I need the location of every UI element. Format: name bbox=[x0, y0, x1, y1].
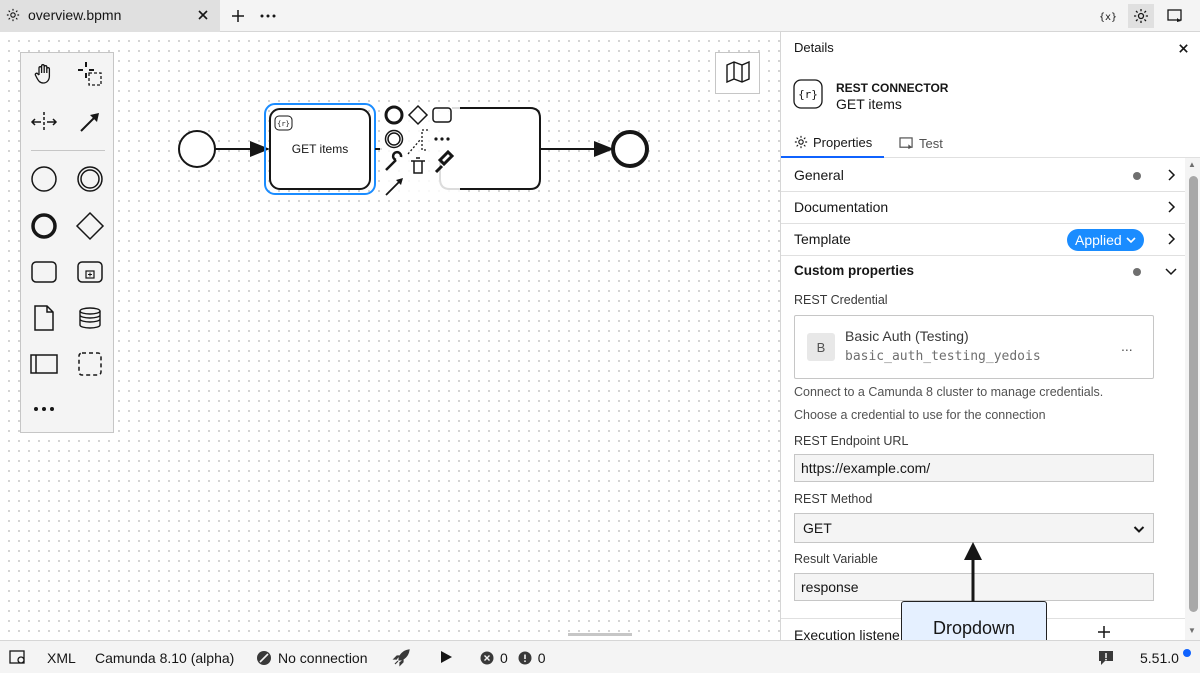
applied-label: Applied bbox=[1075, 232, 1122, 248]
panel-resize-handle[interactable] bbox=[568, 633, 632, 636]
status-bar: XML Camunda 8.10 (alpha) No connection 0… bbox=[0, 640, 1200, 673]
credential-avatar: B bbox=[807, 333, 835, 361]
scroll-up-icon[interactable]: ▲ bbox=[1188, 160, 1196, 169]
tab-bar: overview.bpmn {x} bbox=[0, 0, 1200, 32]
details-panel: Details {r} REST CONNECTOR GET items Pro… bbox=[780, 32, 1200, 640]
more-options-icon bbox=[434, 137, 438, 141]
start-event bbox=[178, 130, 216, 168]
more-tabs-button[interactable] bbox=[258, 6, 278, 26]
element-type: REST CONNECTOR bbox=[836, 81, 949, 95]
map-icon bbox=[725, 60, 750, 86]
rest-connector-icon: {r} bbox=[793, 79, 823, 112]
data-indicator bbox=[1133, 268, 1141, 276]
tab-properties[interactable]: Properties bbox=[781, 128, 885, 158]
method-value: GET bbox=[803, 520, 832, 536]
credential-label: REST Credential bbox=[794, 293, 888, 307]
test-panel-toggle[interactable] bbox=[1162, 4, 1188, 28]
chevron-right-icon bbox=[1164, 232, 1178, 249]
play-icon[interactable] bbox=[439, 650, 453, 664]
scroll-down-icon[interactable]: ▼ bbox=[1188, 626, 1196, 635]
close-tab-icon[interactable] bbox=[197, 8, 209, 24]
callout-arrow bbox=[964, 542, 982, 602]
chevron-down-icon bbox=[1164, 264, 1178, 281]
bpmn-canvas[interactable]: {r} GET items bbox=[0, 32, 780, 640]
deploy-icon[interactable] bbox=[391, 648, 411, 668]
credential-hint-choose: Choose a credential to use for the conne… bbox=[794, 408, 1046, 422]
panel-tabs: Properties Test bbox=[781, 128, 1200, 158]
tab-title: overview.bpmn bbox=[28, 7, 122, 23]
minimap-toggle[interactable] bbox=[715, 52, 760, 94]
problems-indicator[interactable]: 0 0 bbox=[480, 650, 546, 666]
group-template[interactable]: Template Applied bbox=[781, 224, 1185, 256]
svg-text:{r}: {r} bbox=[798, 88, 818, 101]
add-listener-icon[interactable] bbox=[1097, 625, 1111, 640]
tab-test-label: Test bbox=[919, 135, 943, 151]
group-custom-properties[interactable]: Custom properties bbox=[781, 256, 1185, 288]
credential-id: basic_auth_testing_yedois bbox=[845, 349, 1041, 364]
element-name: GET items bbox=[836, 96, 902, 112]
error-count: 0 bbox=[500, 650, 508, 666]
connection-status[interactable]: No connection bbox=[256, 650, 368, 666]
method-select[interactable]: GET bbox=[794, 513, 1154, 543]
chevron-right-icon bbox=[1164, 168, 1178, 185]
group-documentation[interactable]: Documentation bbox=[781, 192, 1185, 224]
credential-hint-connect: Connect to a Camunda 8 cluster to manage… bbox=[794, 385, 1104, 399]
credential-name: Basic Auth (Testing) bbox=[845, 328, 969, 344]
settings-icon[interactable] bbox=[9, 650, 27, 666]
group-documentation-label: Documentation bbox=[794, 199, 889, 215]
panel-title: Details bbox=[794, 40, 834, 55]
credential-more-button[interactable]: ... bbox=[1121, 338, 1133, 354]
variables-button[interactable]: {x} bbox=[1095, 4, 1121, 28]
credential-card[interactable]: B Basic Auth (Testing) basic_auth_testin… bbox=[794, 315, 1154, 379]
endpoint-url-input[interactable] bbox=[794, 454, 1154, 482]
endpoint-label: REST Endpoint URL bbox=[794, 434, 909, 448]
new-tab-button[interactable] bbox=[228, 6, 248, 26]
execution-listeners-label: Execution listene bbox=[794, 627, 900, 640]
tab-properties-label: Properties bbox=[813, 134, 873, 150]
disconnected-icon bbox=[257, 651, 271, 665]
end-event bbox=[611, 130, 649, 168]
engine-version-button[interactable]: Camunda 8.10 (alpha) bbox=[95, 650, 234, 666]
properties-panel-toggle[interactable] bbox=[1128, 4, 1154, 28]
play-screen-icon bbox=[899, 136, 913, 149]
group-custom-label: Custom properties bbox=[794, 263, 915, 278]
app-version[interactable]: 5.51.0 bbox=[1140, 650, 1179, 666]
version-label: 5.51.0 bbox=[1140, 650, 1179, 666]
result-variable-label: Result Variable bbox=[794, 552, 878, 566]
error-icon bbox=[480, 651, 494, 665]
connection-label: No connection bbox=[278, 650, 368, 666]
chevron-down-icon bbox=[1133, 522, 1145, 538]
template-applied-badge[interactable]: Applied bbox=[1067, 229, 1144, 251]
xml-button[interactable]: XML bbox=[47, 650, 76, 666]
gear-icon bbox=[1134, 9, 1148, 23]
scroll-thumb[interactable] bbox=[1189, 176, 1198, 612]
chevron-down-icon bbox=[1126, 237, 1136, 244]
feedback-icon[interactable] bbox=[1098, 650, 1114, 666]
data-indicator bbox=[1133, 172, 1141, 180]
gear-icon bbox=[794, 135, 808, 149]
task-label: GET items bbox=[292, 142, 348, 156]
update-indicator bbox=[1183, 649, 1191, 657]
bpmn-diagram: {r} GET items bbox=[178, 103, 649, 200]
warning-count: 0 bbox=[537, 650, 546, 666]
close-panel-icon[interactable] bbox=[1175, 40, 1191, 56]
chevron-right-icon bbox=[1164, 200, 1178, 217]
tab-overview[interactable]: overview.bpmn bbox=[0, 0, 220, 32]
task-marker: {r} bbox=[277, 120, 290, 128]
warning-icon bbox=[518, 651, 532, 665]
svg-text:{x}: {x} bbox=[1099, 12, 1117, 23]
method-label: REST Method bbox=[794, 492, 873, 506]
group-general[interactable]: General bbox=[781, 160, 1185, 192]
group-general-label: General bbox=[794, 167, 844, 183]
group-template-label: Template bbox=[794, 231, 851, 247]
gear-icon bbox=[6, 8, 20, 25]
context-pad bbox=[380, 104, 460, 200]
panel-scrollbar[interactable]: ▲ ▼ bbox=[1185, 158, 1200, 640]
tab-test[interactable]: Test bbox=[899, 128, 943, 158]
